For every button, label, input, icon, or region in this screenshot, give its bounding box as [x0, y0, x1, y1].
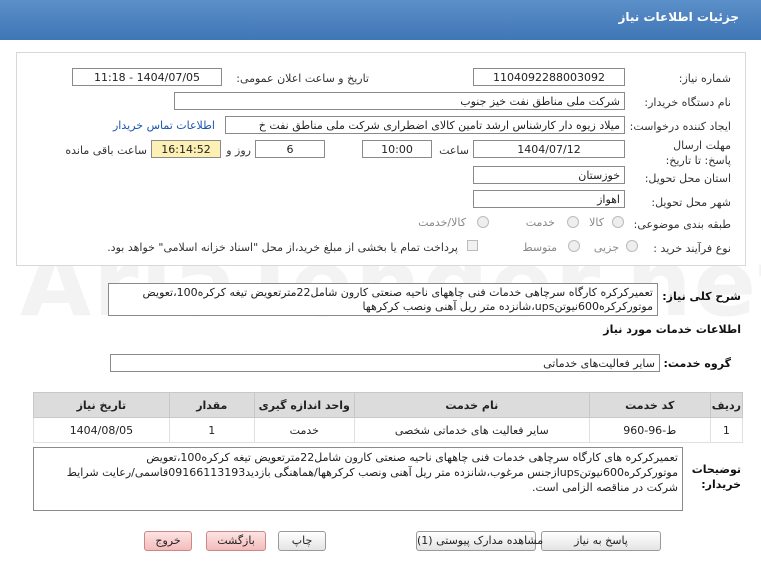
- page-title: جزئیات اطلاعات نیاز: [618, 10, 739, 24]
- col-service-code: کد خدمت: [588, 392, 711, 418]
- need-number-label: شماره نیاز:: [678, 72, 731, 85]
- purchase-radio-minor[interactable]: [626, 240, 638, 252]
- deadline-label: مهلت ارسال پاسخ: تا تاریخ:: [665, 139, 731, 167]
- table-row: 1 ط-96-960 سایر فعالیت های خدماتی شخصی خ…: [33, 417, 744, 443]
- buyer-label: نام دستگاه خریدار:: [644, 96, 731, 109]
- category-option-goods-service: کالا/خدمت: [418, 216, 466, 229]
- summary-text: تعمیرکرکره کارگاه سرچاهی خدمات فنی چاهها…: [108, 283, 658, 316]
- reply-button[interactable]: پاسخ به نیاز: [541, 531, 661, 551]
- category-radio-goods[interactable]: [612, 216, 624, 228]
- purchase-option-medium: متوسط: [522, 241, 557, 254]
- purchase-option-minor: جزیی: [593, 241, 619, 254]
- category-radio-goods-service[interactable]: [477, 216, 489, 228]
- buyer-contact-link[interactable]: اطلاعات تماس خریدار: [113, 119, 215, 132]
- cell-quantity: 1: [168, 417, 255, 443]
- days-label: روز و: [226, 144, 251, 157]
- deadline-date-field: 1404/07/12: [473, 140, 625, 158]
- cell-service-name: سایر فعالیت های خدماتی شخصی: [353, 417, 590, 443]
- purchase-type-label: نوع فرآیند خرید :: [653, 242, 731, 255]
- cell-need-date: 1404/08/05: [33, 417, 170, 443]
- city-label: شهر محل تحویل:: [651, 196, 731, 209]
- cell-service-code: ط-96-960: [588, 417, 711, 443]
- col-need-date: تاریخ نیاز: [33, 392, 170, 418]
- col-quantity: مقدار: [168, 392, 255, 418]
- title-bar: جزئیات اطلاعات نیاز: [0, 0, 761, 40]
- cell-row: 1: [709, 417, 744, 443]
- treasury-payment-checkbox[interactable]: [467, 240, 478, 251]
- category-option-service: خدمت: [525, 216, 555, 229]
- province-label: استان محل تحویل:: [644, 172, 731, 185]
- category-radio-service[interactable]: [567, 216, 579, 228]
- deadline-time-field: 10:00: [362, 140, 432, 158]
- buyer-notes-text: تعمیرکرکره های کارگاه سرچاهی خدمات فنی چ…: [33, 447, 683, 511]
- summary-label: شرح کلی نیاز:: [662, 290, 741, 303]
- attachments-button[interactable]: مشاهده مدارک پیوستی (1): [416, 531, 543, 551]
- category-label: طبقه بندی موضوعی:: [633, 218, 731, 231]
- exit-button[interactable]: خروج: [144, 531, 192, 551]
- creator-field: میلاد زیوه دار کارشناس ارشد تامین کالای …: [225, 116, 625, 134]
- table-header-row: ردیف کد خدمت نام خدمت واحد اندازه گیری م…: [33, 392, 744, 418]
- buyer-field: شرکت ملی مناطق نفت خیز جنوب: [174, 92, 625, 110]
- buyer-notes-label: توضیحات خریدار:: [691, 463, 741, 491]
- province-field: خوزستان: [473, 166, 625, 184]
- print-button[interactable]: چاپ: [278, 531, 326, 551]
- announce-label: تاریخ و ساعت اعلان عمومی:: [236, 72, 369, 85]
- service-group-field: سایر فعالیت‌های خدماتی: [110, 354, 660, 372]
- remaining-time-field: 16:14:52: [151, 140, 221, 158]
- cell-unit: خدمت: [253, 417, 355, 443]
- col-unit: واحد اندازه گیری: [253, 392, 355, 418]
- service-group-label: گروه خدمت:: [663, 357, 731, 370]
- services-section-title: اطلاعات خدمات مورد نیاز: [603, 323, 741, 336]
- services-table: ردیف کد خدمت نام خدمت واحد اندازه گیری م…: [33, 392, 744, 443]
- remaining-label: ساعت باقی مانده: [65, 144, 147, 157]
- payment-note: پرداخت تمام یا بخشی از مبلغ خرید،از محل …: [107, 241, 458, 254]
- time-label: ساعت: [439, 144, 469, 157]
- announce-field: 1404/07/05 - 11:18: [72, 68, 222, 86]
- col-row: ردیف: [709, 392, 744, 418]
- purchase-radio-medium[interactable]: [568, 240, 580, 252]
- back-button[interactable]: بازگشت: [206, 531, 266, 551]
- category-option-goods: کالا: [589, 216, 604, 229]
- creator-label: ایجاد کننده درخواست:: [629, 120, 731, 133]
- days-field: 6: [255, 140, 325, 158]
- need-number-field: 1104092288003092: [473, 68, 625, 86]
- col-service-name: نام خدمت: [353, 392, 590, 418]
- city-field: اهواز: [473, 190, 625, 208]
